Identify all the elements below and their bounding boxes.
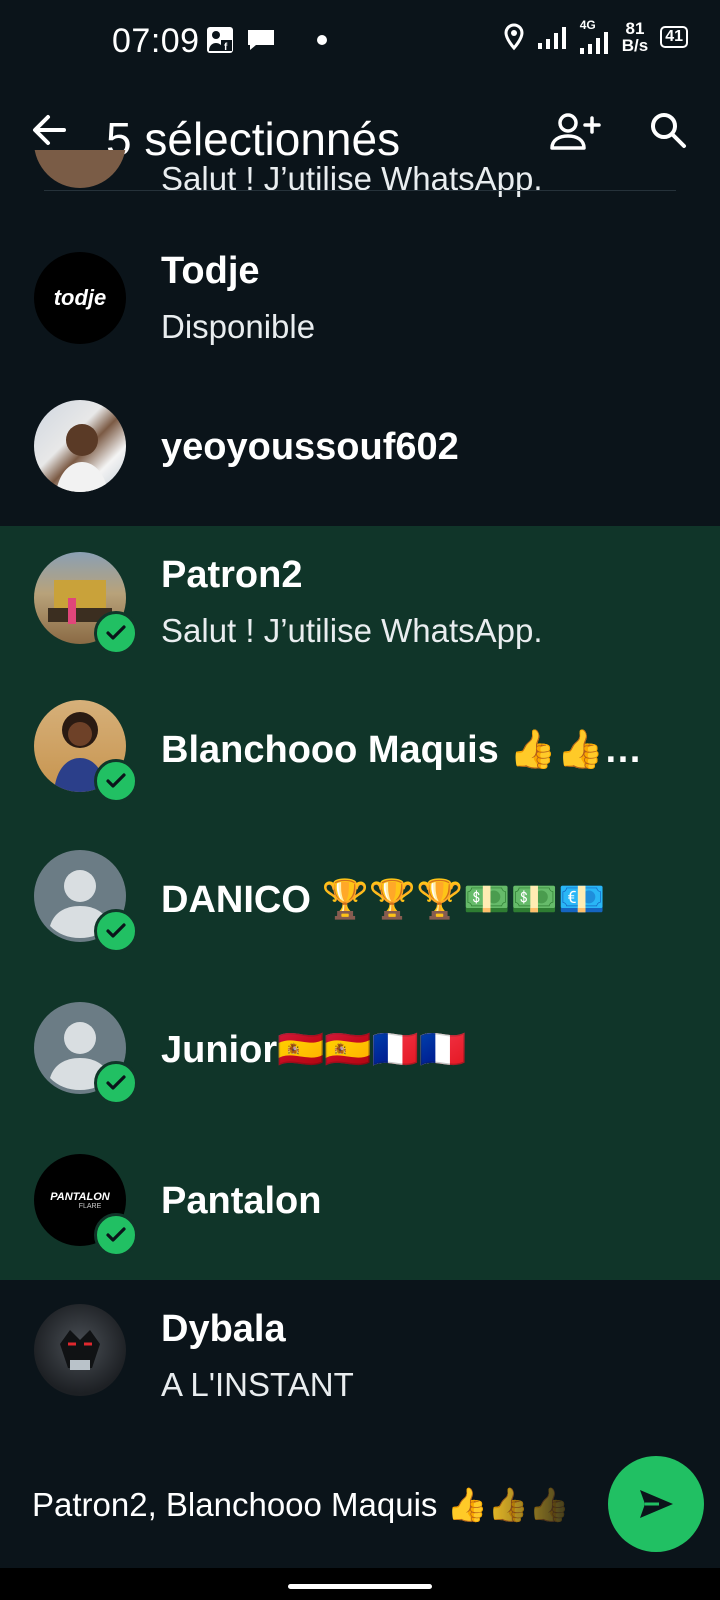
contact-row-junior[interactable]: Junior🇪🇸🇪🇸🇫🇷🇫🇷	[0, 982, 720, 1134]
status-bar: 07:09 f 4G 81 B/s 41	[0, 0, 720, 84]
avatar	[34, 400, 126, 492]
add-contact-icon[interactable]	[548, 110, 602, 154]
appbar-divider	[44, 190, 676, 191]
contact-row-yeoyoussouf602[interactable]: yeoyoussouf602	[0, 374, 720, 526]
send-icon	[640, 1490, 673, 1518]
contact-list[interactable]: Salut ! J’utilise WhatsApp. todje Todje …	[0, 150, 720, 1440]
contact-name: Junior🇪🇸🇪🇸🇫🇷🇫🇷	[161, 1029, 467, 1071]
contact-name: Dybala	[161, 1308, 286, 1350]
network-speed: 81 B/s	[621, 19, 649, 55]
send-button[interactable]	[608, 1456, 704, 1552]
contact-status: A L'INSTANT	[161, 1366, 354, 1403]
contact-name: Patron2	[161, 554, 303, 596]
selected-contacts-summary: Patron2, Blanchooo Maquis 👍👍👍	[32, 1486, 570, 1523]
selected-check-icon	[94, 1213, 138, 1257]
selected-check-icon	[94, 759, 138, 803]
back-arrow-icon[interactable]	[28, 110, 68, 150]
facebook-notification-icon: f	[207, 27, 233, 53]
avatar	[34, 150, 126, 188]
contact-name: DANICO 🏆🏆🏆💵💵💶	[161, 879, 606, 921]
selection-bar: Patron2, Blanchooo Maquis 👍👍👍	[0, 1440, 720, 1568]
contact-status: Disponible	[161, 308, 316, 345]
message-notification-icon	[248, 30, 274, 50]
contact-name: Pantalon	[161, 1180, 322, 1222]
selected-check-icon	[94, 909, 138, 953]
contact-row-dybala[interactable]: Dybala A L'INSTANT	[0, 1280, 720, 1432]
contact-name: Todje	[161, 250, 260, 292]
contact-row-patron2[interactable]: Patron2 Salut ! J’utilise WhatsApp.	[0, 526, 720, 678]
signal-2-icon: 4G	[579, 18, 610, 54]
selected-check-icon	[94, 1061, 138, 1105]
home-handle[interactable]	[288, 1584, 432, 1589]
selected-check-icon	[94, 611, 138, 655]
list-item-partial[interactable]: Salut ! J’utilise WhatsApp.	[0, 150, 720, 222]
contact-row-todje[interactable]: todje Todje Disponible	[0, 222, 720, 374]
location-icon	[504, 23, 524, 51]
signal-1-icon	[537, 27, 566, 49]
search-icon[interactable]	[648, 110, 688, 150]
contact-name: yeoyoussouf602	[161, 426, 459, 468]
contact-row-pantalon[interactable]: PANTALON FLARE Pantalon	[0, 1134, 720, 1280]
contact-row-danico[interactable]: DANICO 🏆🏆🏆💵💵💶	[0, 830, 720, 982]
clock: 07:09	[112, 22, 200, 60]
avatar	[34, 1304, 126, 1396]
contact-name: Blanchooo Maquis 👍👍…	[161, 729, 642, 771]
contact-row-blanchooo-maquis[interactable]: Blanchooo Maquis 👍👍…	[0, 678, 720, 830]
battery-icon: 41	[660, 26, 688, 48]
dot-icon	[317, 35, 327, 45]
contact-status: Salut ! J’utilise WhatsApp.	[161, 612, 543, 649]
avatar: todje	[34, 252, 126, 344]
